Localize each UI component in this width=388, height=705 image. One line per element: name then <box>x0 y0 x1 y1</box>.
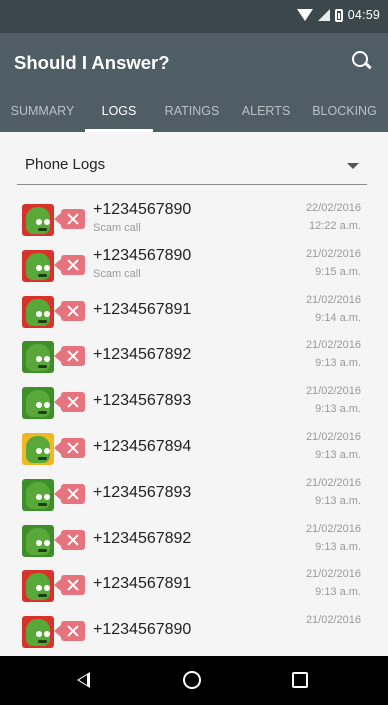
caller-number: +1234567892 <box>93 346 192 364</box>
logs-panel: Phone Logs +1234567890 Scam call 22/02/201… <box>0 132 388 656</box>
monster-face-icon <box>26 619 50 647</box>
caller-label: Scam call <box>93 222 141 234</box>
caller-rating-avatar <box>22 387 54 420</box>
caller-number: +1234567890 <box>93 246 192 264</box>
caller-number: +1234567893 <box>93 483 192 501</box>
caller-rating-avatar <box>22 204 54 236</box>
call-time: 9:14 a.m. <box>315 311 361 324</box>
rejected-call-icon <box>54 621 85 642</box>
rejected-call-icon <box>54 254 85 275</box>
caller-number: +1234567890 <box>93 201 192 218</box>
call-date: 21/02/2016 <box>305 430 361 443</box>
log-row[interactable]: +1234567892 21/02/2016 9:13 a.m. <box>0 518 388 564</box>
monster-face-icon <box>26 344 50 372</box>
caller-number: +1234567892 <box>93 529 192 547</box>
call-log-list: +1234567890 Scam call 22/02/2016 12:22 a.m.… <box>0 197 388 655</box>
status-icons: 04:59 <box>296 8 380 22</box>
caller-rating-avatar <box>22 616 54 649</box>
caller-number: +1234567891 <box>93 300 192 318</box>
tab-bar: SUMMARY LOGS RATINGS ALERTS BLOCKING <box>0 91 388 132</box>
log-row[interactable]: +1234567891 21/02/2016 9:13 a.m. <box>0 563 388 609</box>
monster-face-icon <box>26 207 50 234</box>
log-row[interactable]: +1234567890 Scam call 21/02/2016 9:15 a.m. <box>0 243 388 289</box>
chevron-down-icon <box>347 163 359 169</box>
monster-face-icon <box>26 390 50 418</box>
call-time: 9:13 a.m. <box>315 540 361 553</box>
call-date: 21/02/2016 <box>305 339 361 352</box>
monster-face-icon <box>26 435 50 463</box>
call-time: 9:15 a.m. <box>315 265 361 278</box>
log-row[interactable]: +1234567893 21/02/2016 9:13 a.m. <box>0 472 388 518</box>
call-date: 22/02/2016 <box>305 202 361 214</box>
call-date: 21/02/2016 <box>305 522 361 535</box>
caller-rating-avatar <box>22 524 54 557</box>
tab-logs[interactable]: LOGS <box>85 91 153 132</box>
rejected-call-icon <box>54 437 85 458</box>
caller-rating-avatar <box>22 295 54 328</box>
rejected-call-icon <box>54 209 85 229</box>
call-date: 21/02/2016 <box>305 385 361 398</box>
log-type-dropdown[interactable]: Phone Logs <box>17 152 367 185</box>
search-icon[interactable] <box>352 51 372 71</box>
log-row[interactable]: +1234567891 21/02/2016 9:14 a.m. <box>0 289 388 335</box>
call-date: 21/02/2016 <box>305 247 361 260</box>
call-date: 21/02/2016 <box>305 476 361 489</box>
call-time: 9:13 a.m. <box>315 357 361 370</box>
monster-face-icon <box>26 527 50 555</box>
battery-icon <box>334 8 343 22</box>
back-icon[interactable] <box>77 672 90 688</box>
caller-rating-avatar <box>22 249 54 282</box>
log-row[interactable]: +1234567893 21/02/2016 9:13 a.m. <box>0 380 388 426</box>
monster-face-icon <box>26 252 50 280</box>
caller-rating-avatar <box>22 478 54 511</box>
log-row[interactable]: +1234567892 21/02/2016 9:13 a.m. <box>0 334 388 380</box>
status-bar: 04:59 <box>0 0 388 33</box>
tab-alerts[interactable]: ALERTS <box>231 91 301 132</box>
caller-number: +1234567893 <box>93 392 192 410</box>
caller-number: +1234567890 <box>93 621 192 639</box>
call-time: 12:22 a.m. <box>309 220 361 232</box>
rejected-call-icon <box>54 300 85 321</box>
monster-face-icon <box>26 481 50 509</box>
tab-ratings[interactable]: RATINGS <box>153 91 231 132</box>
dropdown-value: Phone Logs <box>25 156 106 173</box>
call-date: 21/02/2016 <box>305 614 361 627</box>
rejected-call-icon <box>54 392 85 413</box>
signal-icon <box>317 9 330 21</box>
caller-label: Scam call <box>93 267 141 280</box>
app-bar: Should I Answer? <box>0 33 388 91</box>
log-row[interactable]: +1234567890 21/02/2016 <box>0 609 388 655</box>
log-row[interactable]: +1234567890 Scam call 22/02/2016 12:22 a.m. <box>0 197 388 243</box>
caller-number: +1234567891 <box>93 575 192 593</box>
call-date: 21/02/2016 <box>305 293 361 306</box>
caller-rating-avatar <box>22 341 54 374</box>
system-nav-bar <box>0 656 388 705</box>
monster-face-icon <box>26 298 50 326</box>
call-time: 9:13 a.m. <box>315 448 361 461</box>
call-time: 9:13 a.m. <box>315 403 361 416</box>
rejected-call-icon <box>54 575 85 596</box>
call-time: 9:13 a.m. <box>315 494 361 507</box>
tab-summary[interactable]: SUMMARY <box>0 91 85 132</box>
rejected-call-icon <box>54 346 85 367</box>
rejected-call-icon <box>54 529 85 550</box>
caller-number: +1234567894 <box>93 437 192 455</box>
caller-rating-avatar <box>22 570 54 603</box>
call-time: 9:13 a.m. <box>315 586 361 599</box>
status-time: 04:59 <box>347 8 380 22</box>
tab-blocking[interactable]: BLOCKING <box>301 91 388 132</box>
wifi-icon <box>296 9 313 21</box>
log-row[interactable]: +1234567894 21/02/2016 9:13 a.m. <box>0 426 388 472</box>
monster-face-icon <box>26 573 50 601</box>
home-icon[interactable] <box>183 671 201 689</box>
rejected-call-icon <box>54 483 85 504</box>
app-title: Should I Answer? <box>14 52 170 73</box>
caller-rating-avatar <box>22 432 54 465</box>
recents-icon[interactable] <box>292 672 308 688</box>
call-date: 21/02/2016 <box>305 568 361 581</box>
